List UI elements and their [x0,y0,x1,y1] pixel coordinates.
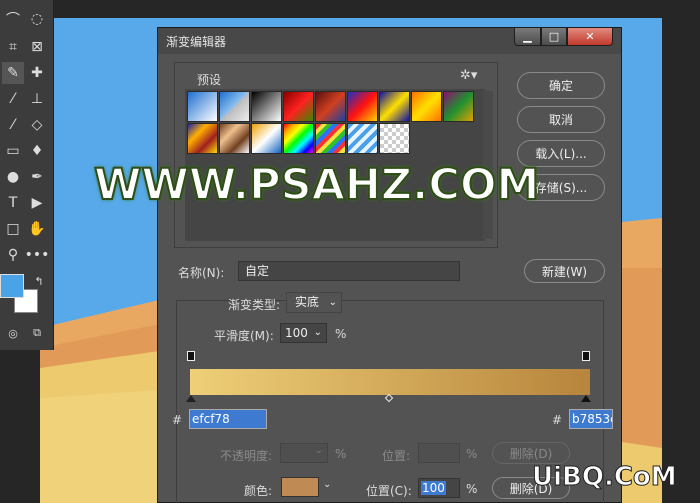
name-label: 名称(N): [178,266,225,280]
maximize-button[interactable]: □ [541,28,567,46]
path-select-icon[interactable]: ▶ [26,192,48,214]
eyedropper-tool-icon[interactable]: ✎ [2,62,24,84]
maximize-icon: □ [548,30,560,43]
color-position-value: 100 [421,481,446,495]
cancel-button[interactable]: 取消 [517,106,605,133]
workspace-edge [662,0,700,503]
chevron-down-icon: ⌄ [313,327,322,338]
hand-tool-icon[interactable]: ✋ [26,218,48,240]
color-stop-swatch[interactable] [281,477,319,497]
preset-swatch[interactable] [411,91,442,122]
delete-opacity-stop-button: 删除(D) [492,442,570,464]
smoothness-label: 平滑度(M): [214,329,274,343]
right-color-hex-input[interactable]: b7853c [569,409,613,429]
preset-swatch[interactable] [379,91,410,122]
hash-label-right: # [552,413,563,427]
smoothness-input[interactable]: 100 ⌄ [280,323,327,343]
eraser-tool-icon[interactable]: ◇ [26,114,48,136]
chevron-down-icon: ⌄ [314,445,323,456]
dialog-title: 渐变编辑器 [166,35,227,49]
dodge-tool-icon[interactable]: ● [2,166,24,188]
gradient-preview-bar[interactable] [190,369,590,395]
name-input[interactable]: 自定 [238,261,460,281]
preset-swatch[interactable] [187,123,218,154]
swap-colors-icon[interactable]: ↰ [28,270,50,292]
opacity-position-label: 位置: [382,449,411,463]
smoothness-unit: % [335,327,347,341]
watermark-text: WWW.PSAHZ.COM [93,159,540,211]
smoothness-value: 100 [285,326,308,340]
preset-swatch[interactable] [443,91,474,122]
color-stop-right[interactable] [581,395,591,402]
preset-swatch[interactable] [315,123,346,154]
frame-tool-icon[interactable]: ⊠ [26,36,48,58]
color-stop-left[interactable] [186,395,196,402]
preset-swatch[interactable] [251,91,282,122]
gradient-type-select[interactable]: 实底 ⌄ [286,292,342,313]
preset-swatch[interactable] [219,91,250,122]
opacity-stop-right[interactable] [582,351,590,361]
quick-mask-icon[interactable]: ◎ [2,322,24,344]
gradient-editor-dialog: 渐变编辑器 ▁ □ ✕ 预设 ✲▾ 确定 取消 载入(L)... 存储(S)..… [157,27,622,503]
color-label: 颜色: [244,484,273,498]
ok-button[interactable]: 确定 [517,72,605,99]
preset-swatch[interactable] [347,123,378,154]
preset-swatch[interactable] [283,123,314,154]
close-icon: ✕ [585,30,595,43]
preset-swatch[interactable] [379,123,410,154]
healing-brush-icon[interactable]: ✚ [26,62,48,84]
opacity-unit: % [335,447,347,461]
stamp-tool-icon[interactable]: ⊥ [26,88,48,110]
more-tools-icon[interactable]: ••• [25,244,50,266]
shape-tool-icon[interactable]: □ [2,218,24,240]
type-tool-icon[interactable]: T [2,192,24,214]
foreground-color-swatch[interactable] [0,274,24,298]
chevron-down-icon[interactable]: ⌄ [323,479,331,490]
preset-swatch[interactable] [347,91,378,122]
blur-tool-icon[interactable]: ♦ [26,140,48,162]
preset-swatch[interactable] [315,91,346,122]
gradient-tool-icon[interactable]: ▭ [2,140,24,162]
pen-tool-icon[interactable]: ✒ [26,166,48,188]
history-brush-icon[interactable]: ⁄ [2,114,24,136]
presets-label: 预设 [197,73,222,87]
new-button[interactable]: 新建(W) [524,259,605,283]
brush-tool-icon[interactable]: ⁄ [2,88,24,110]
hash-label-left: # [172,413,183,427]
crop-tool-icon[interactable]: ⌗ [2,36,24,58]
screen-mode-icon[interactable]: ⧉ [26,322,48,344]
preset-swatch[interactable] [187,91,218,122]
gear-icon[interactable]: ✲▾ [460,68,477,83]
minimize-icon: ▁ [523,30,532,43]
preset-swatch[interactable] [251,123,282,154]
left-color-hex-input[interactable]: efcf78 [189,409,267,429]
minimize-button[interactable]: ▁ [514,28,541,46]
color-position-label: 位置(C): [366,484,412,498]
corner-watermark-text: UiBQ.CoM [532,462,678,493]
dialog-titlebar[interactable]: 渐变编辑器 ▁ □ ✕ [158,28,621,54]
opacity-stop-left[interactable] [187,351,195,361]
preset-swatch[interactable] [219,123,250,154]
opacity-input: ⌄ [280,443,328,463]
tools-panel: ⌒ ◌ ⌗ ⊠ ✎ ✚ ⁄ ⊥ ⁄ ◇ ▭ ♦ ● ✒ T ▶ □ ✋ ⚲ ••… [0,0,54,350]
zoom-tool-icon[interactable]: ⚲ [2,244,24,266]
gradient-type-label: 渐变类型: [228,298,281,312]
opacity-position-unit: % [466,447,478,461]
gradient-type-value: 实底 [295,295,320,309]
preset-swatch[interactable] [283,91,314,122]
opacity-position-input [418,443,460,463]
close-button[interactable]: ✕ [567,28,613,46]
chevron-down-icon: ⌄ [328,297,337,308]
lasso-tool-icon[interactable]: ⌒ [2,8,24,30]
opacity-label: 不透明度: [220,449,273,463]
color-position-input[interactable]: 100 [418,478,460,498]
quick-select-icon[interactable]: ◌ [26,8,48,30]
presets-group: 预设 ✲▾ [174,62,498,248]
color-position-unit: % [466,482,478,496]
